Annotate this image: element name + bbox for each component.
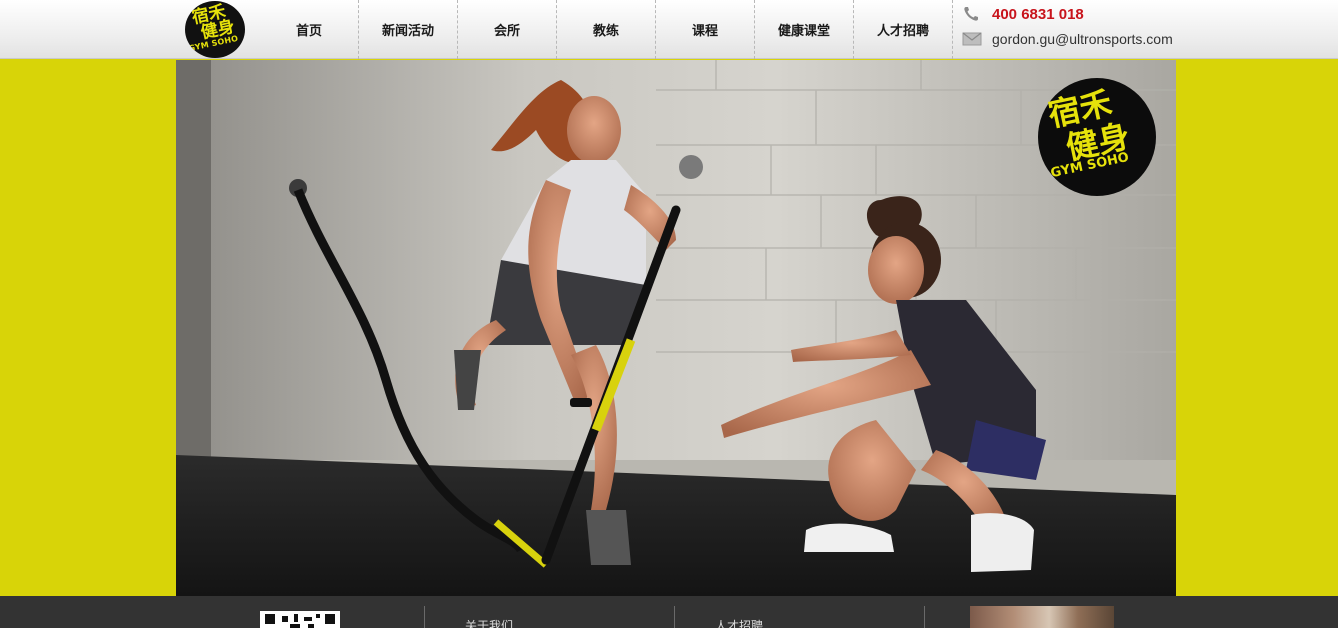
hero-banner[interactable]: 宿禾 健身 GYM SOHO <box>176 60 1176 596</box>
hero-badge-logo: 宿禾 健身 GYM SOHO <box>1038 78 1156 196</box>
mail-icon <box>962 30 982 48</box>
site-header: 宿禾 健身 GYM SOHO 首页 新闻活动 会所 教练 课程 健康课堂 人才招… <box>0 0 1338 59</box>
email-row: gordon.gu@ultronsports.com <box>962 30 1173 48</box>
nav-jobs[interactable]: 人才招聘 <box>854 0 953 59</box>
phone-number[interactable]: 400 6831 018 <box>992 6 1084 23</box>
phone-icon <box>962 5 982 23</box>
site-logo[interactable]: 宿禾 健身 GYM SOHO <box>185 1 245 58</box>
qr-code <box>260 611 340 628</box>
nav-home[interactable]: 首页 <box>260 0 359 59</box>
site-footer: 关于我们 人才招聘 <box>0 596 1338 628</box>
footer-link-about[interactable]: 关于我们 <box>465 617 513 628</box>
nav-coach[interactable]: 教练 <box>557 0 656 59</box>
footer-thumbnail-image[interactable] <box>970 606 1114 628</box>
nav-course[interactable]: 课程 <box>656 0 755 59</box>
nav-club[interactable]: 会所 <box>458 0 557 59</box>
main-nav: 首页 新闻活动 会所 教练 课程 健康课堂 人才招聘 <box>260 0 953 59</box>
footer-divider <box>424 606 425 628</box>
contact-info: 400 6831 018 gordon.gu@ultronsports.com <box>962 0 1192 59</box>
nav-news[interactable]: 新闻活动 <box>359 0 458 59</box>
phone-row: 400 6831 018 <box>962 5 1084 23</box>
footer-divider <box>924 606 925 628</box>
hero-photo <box>176 60 1176 596</box>
footer-divider <box>674 606 675 628</box>
nav-health[interactable]: 健康课堂 <box>755 0 854 59</box>
footer-link-jobs[interactable]: 人才招聘 <box>715 617 763 628</box>
email-address[interactable]: gordon.gu@ultronsports.com <box>992 31 1173 47</box>
